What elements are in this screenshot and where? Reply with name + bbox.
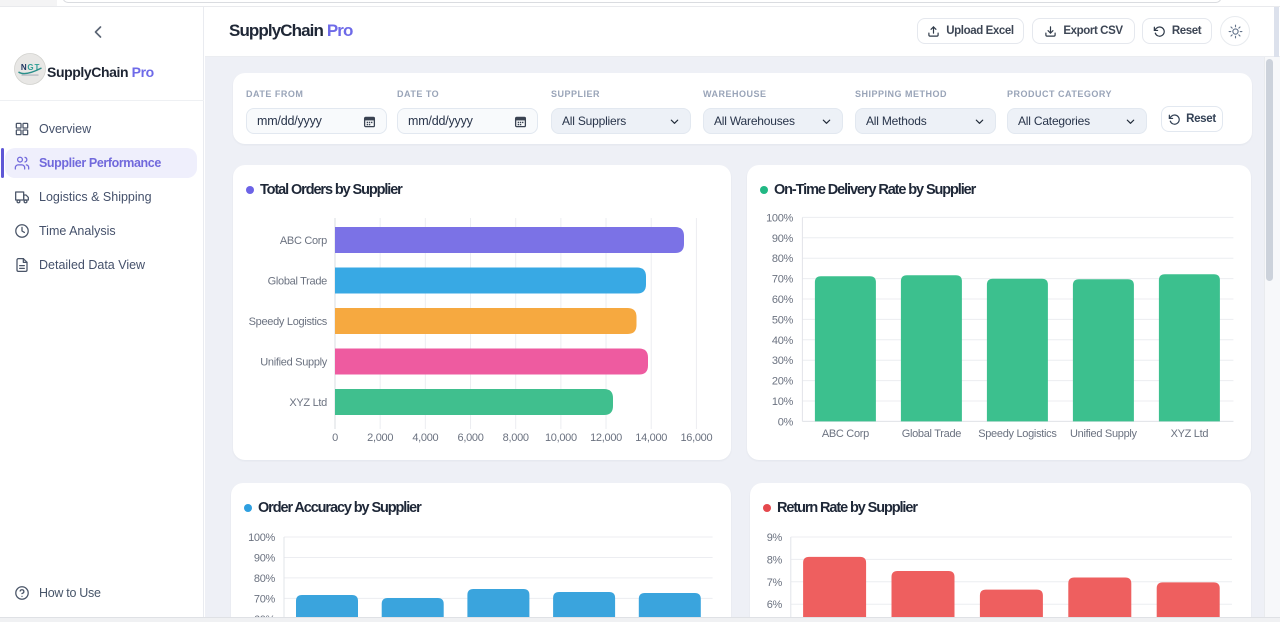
- svg-text:6,000: 6,000: [458, 432, 484, 444]
- svg-text:0%: 0%: [778, 416, 794, 428]
- svg-text:40%: 40%: [772, 335, 794, 347]
- svg-text:4,000: 4,000: [412, 432, 438, 444]
- svg-text:20%: 20%: [772, 376, 794, 388]
- svg-text:80%: 80%: [254, 573, 276, 585]
- svg-text:Global Trade: Global Trade: [268, 276, 328, 288]
- svg-text:90%: 90%: [772, 233, 794, 245]
- svg-text:ABC Corp: ABC Corp: [822, 428, 869, 440]
- svg-text:2,000: 2,000: [367, 432, 393, 444]
- svg-text:60%: 60%: [772, 294, 794, 306]
- svg-text:Speedy Logistics: Speedy Logistics: [249, 316, 328, 328]
- svg-text:XYZ Ltd: XYZ Ltd: [1171, 428, 1209, 440]
- svg-text:100%: 100%: [766, 212, 793, 224]
- svg-text:10%: 10%: [772, 396, 794, 408]
- svg-text:6%: 6%: [767, 599, 783, 611]
- svg-text:50%: 50%: [772, 314, 794, 326]
- svg-text:70%: 70%: [254, 593, 276, 605]
- svg-text:ABC Corp: ABC Corp: [280, 235, 327, 247]
- svg-text:14,000: 14,000: [635, 432, 667, 444]
- svg-text:XYZ Ltd: XYZ Ltd: [289, 397, 327, 409]
- svg-text:80%: 80%: [772, 253, 794, 265]
- svg-text:Unified Supply: Unified Supply: [1070, 428, 1138, 440]
- svg-text:70%: 70%: [772, 274, 794, 286]
- svg-text:12,000: 12,000: [590, 432, 622, 444]
- svg-text:Speedy Logistics: Speedy Logistics: [978, 428, 1057, 440]
- svg-text:Unified Supply: Unified Supply: [260, 357, 328, 369]
- svg-text:16,000: 16,000: [680, 432, 712, 444]
- svg-text:10,000: 10,000: [545, 432, 577, 444]
- svg-text:9%: 9%: [767, 532, 783, 544]
- svg-text:90%: 90%: [254, 552, 276, 564]
- svg-text:8%: 8%: [767, 554, 783, 566]
- svg-text:30%: 30%: [772, 355, 794, 367]
- svg-text:0: 0: [332, 432, 338, 444]
- svg-text:100%: 100%: [248, 532, 275, 544]
- svg-text:8,000: 8,000: [503, 432, 529, 444]
- svg-text:7%: 7%: [767, 577, 783, 589]
- svg-text:Global Trade: Global Trade: [902, 428, 962, 440]
